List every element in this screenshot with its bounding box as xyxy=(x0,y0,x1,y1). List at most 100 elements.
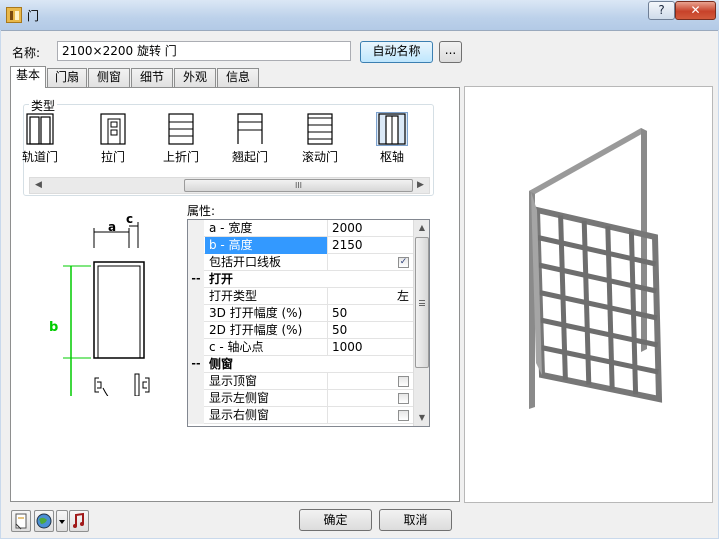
pivot-door-icon xyxy=(376,112,408,146)
tab-panel-basic: 类型 轨道门 拉门 上折门 翘起门 滚动门 枢轴 ◀ III ▶ a c b 属… xyxy=(10,87,460,502)
property-checkbox[interactable]: ✓ xyxy=(398,257,409,268)
scroll-thumb[interactable]: III xyxy=(184,179,413,192)
property-value[interactable] xyxy=(329,373,413,390)
type-label: 翘起门 xyxy=(231,150,268,164)
scroll-down-arrow-icon[interactable]: ▼ xyxy=(414,410,429,426)
property-name: 显示右侧窗 xyxy=(205,407,328,424)
sliding-door-icon xyxy=(26,113,54,145)
property-row[interactable]: 包括开口线板 ✓ xyxy=(188,254,413,271)
property-value[interactable]: 左 xyxy=(329,288,413,305)
pull-door-icon xyxy=(100,113,126,145)
tilt-door-icon xyxy=(237,113,263,144)
dimension-label-b: b xyxy=(49,320,59,335)
row-gutter xyxy=(188,322,204,339)
row-gutter xyxy=(188,373,204,390)
type-pull-door[interactable]: 拉门 xyxy=(83,113,143,165)
properties-grid[interactable]: a - 宽度 2000 b - 高度 2150 包括开口线板 ✓ -- 打开打开类型左 3D 打… xyxy=(187,219,430,427)
property-row[interactable]: 2D 打开幅度 (%) 50 xyxy=(188,322,413,339)
tab-info[interactable]: 信息 xyxy=(217,68,259,87)
property-name: 打开类型 xyxy=(205,288,328,305)
property-name: 打开 xyxy=(209,272,234,286)
auto-name-button[interactable]: 自动名称 xyxy=(360,41,433,63)
property-category-row[interactable]: -- 侧窗 xyxy=(188,356,413,373)
scroll-left-arrow-icon[interactable]: ◀ xyxy=(30,178,47,193)
row-gutter: -- xyxy=(188,271,204,288)
property-name: a - 宽度 xyxy=(205,220,328,237)
property-row[interactable]: 显示顶窗 xyxy=(188,373,413,390)
property-checkbox[interactable] xyxy=(398,376,409,387)
property-value[interactable]: 2150 xyxy=(329,237,413,254)
scroll-right-arrow-icon[interactable]: ▶ xyxy=(412,178,429,193)
close-button[interactable]: ✕ xyxy=(675,1,716,20)
browse-button[interactable]: ... xyxy=(439,41,462,63)
name-input[interactable]: 2100×2200 旋转 门 xyxy=(57,41,351,61)
3d-preview[interactable] xyxy=(464,86,713,503)
property-row[interactable]: 打开类型左 xyxy=(188,288,413,305)
property-category-row[interactable]: -- 打开 xyxy=(188,271,413,288)
type-group-label: 类型 xyxy=(29,97,58,114)
tab-basic[interactable]: 基本 xyxy=(10,66,46,88)
properties-scroll-thumb[interactable] xyxy=(415,237,429,368)
property-name: 包括开口线板 xyxy=(205,254,328,271)
type-rolling-door[interactable]: 滚动门 xyxy=(290,113,350,165)
row-gutter xyxy=(188,237,204,254)
row-gutter xyxy=(188,220,204,237)
tab-door-leaf[interactable]: 门扇 xyxy=(47,68,87,87)
scroll-up-arrow-icon[interactable]: ▲ xyxy=(414,220,429,236)
title-bar: 门 ? ✕ xyxy=(0,0,719,30)
row-gutter xyxy=(188,390,204,407)
type-label: 轨道门 xyxy=(21,150,58,164)
dimension-label-c: c xyxy=(126,212,134,226)
dialog-body: 名称: 2100×2200 旋转 门 自动名称 ... 基本 门扇 侧窗 细节 … xyxy=(1,30,718,538)
pivot-door-3d-render xyxy=(529,128,663,409)
property-checkbox[interactable] xyxy=(398,410,409,421)
property-row[interactable]: 显示左侧窗 xyxy=(188,390,413,407)
cancel-button[interactable]: 取消 xyxy=(379,509,452,531)
row-gutter xyxy=(188,288,204,305)
property-name: 3D 打开幅度 (%) xyxy=(205,305,328,322)
properties-scrollbar[interactable]: ▲ ▼ xyxy=(413,220,429,426)
folding-door-icon xyxy=(168,113,194,145)
property-row[interactable]: a - 宽度 2000 xyxy=(188,220,413,237)
type-label: 枢轴 xyxy=(379,150,404,164)
door-app-icon xyxy=(6,7,22,23)
tab-side-window[interactable]: 侧窗 xyxy=(88,68,130,87)
row-gutter: -- xyxy=(188,356,204,373)
property-value[interactable]: ✓ xyxy=(329,254,413,271)
property-value[interactable]: 50 xyxy=(329,305,413,322)
property-value[interactable]: 1000 xyxy=(329,339,413,356)
property-checkbox[interactable] xyxy=(398,393,409,404)
help-button[interactable]: ? xyxy=(648,1,675,20)
property-value[interactable] xyxy=(329,390,413,407)
properties-label: 属性: xyxy=(187,204,216,218)
property-value[interactable]: 50 xyxy=(329,322,413,339)
type-sliding-door[interactable]: 轨道门 xyxy=(10,113,70,165)
tab-appearance[interactable]: 外观 xyxy=(174,68,216,87)
globe-icon[interactable] xyxy=(34,510,54,532)
dropdown-arrow-icon[interactable] xyxy=(56,510,68,532)
type-folding-door[interactable]: 上折门 xyxy=(151,113,211,165)
row-gutter xyxy=(188,305,204,322)
property-name: b - 高度 xyxy=(205,237,328,254)
ok-button[interactable]: 确定 xyxy=(299,509,372,531)
door-dimension-diagram xyxy=(63,222,150,396)
type-pivot-door[interactable]: 枢轴 xyxy=(362,112,422,165)
property-row[interactable]: 3D 打开幅度 (%) 50 xyxy=(188,305,413,322)
tab-details[interactable]: 细节 xyxy=(131,68,173,87)
property-name: 显示顶窗 xyxy=(205,373,328,390)
window-title: 门 xyxy=(27,9,40,23)
type-label: 上折门 xyxy=(162,150,199,164)
row-gutter xyxy=(188,339,204,356)
property-row[interactable]: c - 轴心点 1000 xyxy=(188,339,413,356)
type-label: 拉门 xyxy=(100,150,125,164)
property-row[interactable]: 显示右侧窗 xyxy=(188,407,413,424)
property-name: c - 轴心点 xyxy=(205,339,328,356)
property-row[interactable]: b - 高度 2150 xyxy=(188,237,413,254)
type-scrollbar[interactable]: ◀ III ▶ xyxy=(29,177,430,194)
music-note-icon[interactable] xyxy=(69,510,89,532)
property-value[interactable] xyxy=(329,407,413,424)
type-tilt-door[interactable]: 翘起门 xyxy=(220,113,280,165)
property-value[interactable]: 2000 xyxy=(329,220,413,237)
property-name: 显示左侧窗 xyxy=(205,390,328,407)
object-info-icon[interactable] xyxy=(11,510,31,532)
